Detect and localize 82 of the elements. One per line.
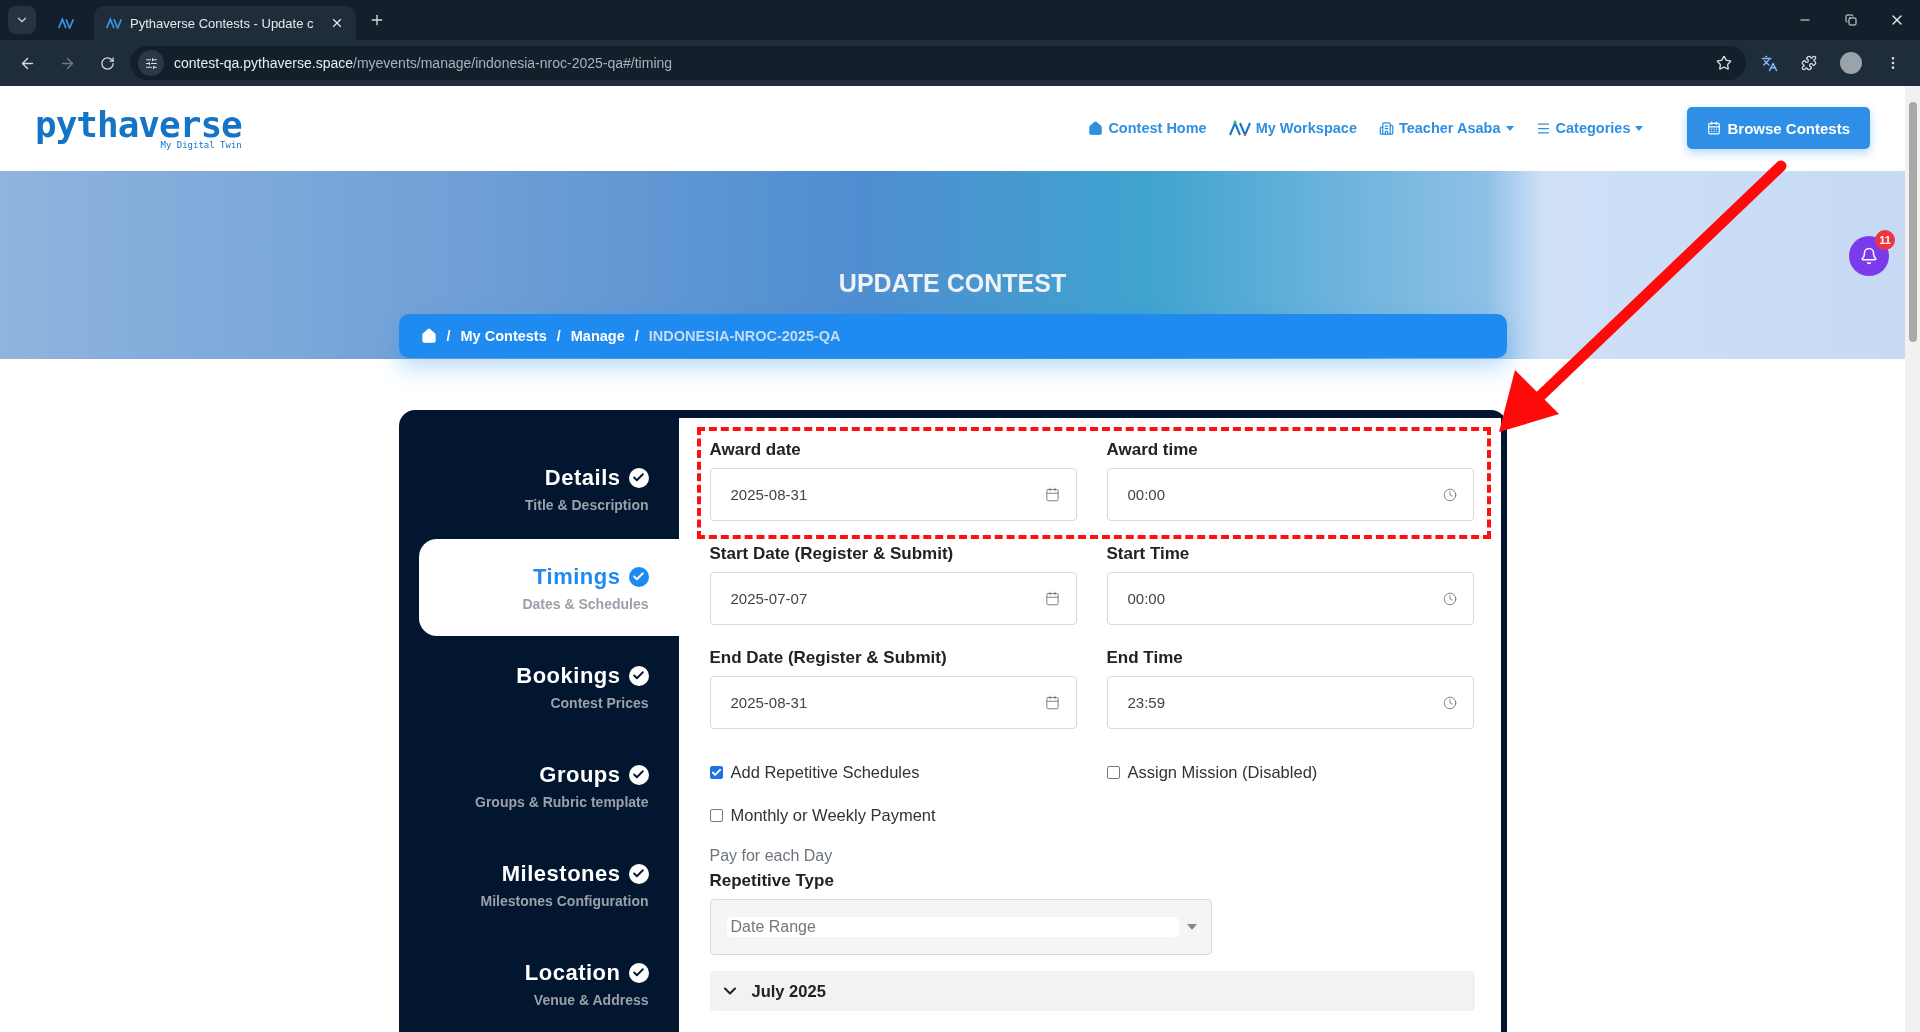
step-tab[interactable]: Details Title & Description — [418, 440, 679, 537]
checkbox-label: Assign Mission (Disabled) — [1127, 763, 1318, 782]
sliders-icon — [144, 56, 158, 70]
step-title: Timings — [533, 563, 621, 590]
calendar-icon[interactable] — [1044, 695, 1060, 710]
favicon-icon — [106, 17, 122, 29]
bell-icon — [1860, 246, 1878, 265]
step-title: Milestones — [501, 860, 621, 887]
breadcrumb-separator: / — [446, 327, 451, 344]
page-title: UPDATE CONTEST — [838, 268, 1067, 298]
home-icon[interactable] — [420, 327, 437, 344]
notification-button[interactable] — [1849, 235, 1889, 276]
step-subtitle: Dates & Schedules — [522, 595, 649, 612]
checkbox-label: Add Repetitive Schedules — [730, 763, 920, 782]
building-icon — [1378, 120, 1394, 136]
step-title: Bookings — [516, 662, 621, 689]
month-accordion[interactable]: July 2025 — [709, 971, 1475, 1011]
menu-icon — [1535, 120, 1551, 136]
home-icon — [1088, 120, 1104, 136]
time-field[interactable]: 00:00 — [1106, 572, 1474, 625]
field-label: Start Date (Register & Submit) — [709, 544, 955, 564]
breadcrumb-separator: / — [634, 327, 639, 344]
checkbox-label: Monthly or Weekly Payment — [730, 806, 936, 825]
scrollbar[interactable] — [1905, 86, 1920, 1032]
breadcrumb-link[interactable]: My Contests — [460, 327, 547, 344]
date-field[interactable]: 2025-08-31 — [709, 676, 1077, 729]
bookmark-star-icon[interactable] — [1716, 55, 1732, 71]
checkbox-option[interactable]: Add Repetitive Schedules — [709, 763, 1077, 782]
step-subtitle: Venue & Address — [533, 991, 649, 1008]
field-label: Repetitive Type — [709, 871, 835, 891]
step-title: Details — [544, 464, 621, 491]
step-subtitle: Groups & Rubric template — [475, 793, 649, 810]
checkbox[interactable] — [1106, 766, 1120, 779]
step-tab[interactable]: Timings Dates & Schedules — [418, 539, 679, 636]
calendar-icon[interactable] — [1044, 591, 1060, 606]
step-title: Groups — [539, 761, 621, 788]
clock-icon[interactable] — [1442, 695, 1457, 710]
puzzle-icon[interactable] — [1801, 55, 1817, 71]
notification-badge: 11 — [1875, 229, 1895, 250]
repetitive-type-select[interactable]: Date Range — [709, 899, 1212, 955]
field-label: Start Time — [1106, 544, 1191, 564]
translate-icon[interactable] — [1760, 54, 1778, 72]
checkbox[interactable] — [709, 809, 723, 822]
profile-avatar[interactable] — [1840, 52, 1862, 74]
calendar-icon — [1707, 121, 1722, 136]
step-subtitle: Milestones Configuration — [480, 892, 649, 909]
step-subtitle: Contest Prices — [550, 694, 649, 711]
breadcrumb-separator: / — [556, 327, 561, 344]
site-info-button[interactable] — [138, 50, 164, 76]
field-label: End Date (Register & Submit) — [709, 648, 948, 668]
step-tab[interactable]: Groups Groups & Rubric template — [418, 737, 679, 834]
month-title: July 2025 — [751, 981, 826, 1001]
step-tab[interactable]: Location Venue & Address — [418, 935, 679, 1032]
date-field[interactable]: 2025-07-07 — [709, 572, 1077, 625]
browser-tab[interactable]: Pythaverse Contests - Update c — [94, 6, 356, 40]
restore-icon[interactable] — [1845, 14, 1857, 26]
clock-icon[interactable] — [1442, 487, 1457, 502]
step-title: Location — [524, 959, 621, 986]
checkbox-option[interactable]: Monthly or Weekly Payment — [709, 806, 1077, 825]
time-field[interactable]: 00:00 — [1106, 468, 1474, 521]
close-icon[interactable] — [330, 16, 344, 30]
field-label: Award date — [709, 440, 802, 460]
step-tab[interactable]: Milestones Milestones Configuration — [418, 836, 679, 933]
date-field[interactable]: 2025-08-31 — [709, 468, 1077, 521]
clock-icon[interactable] — [1442, 591, 1457, 606]
hint-text: Pay for each Day — [709, 847, 834, 865]
field-label: Award time — [1106, 440, 1199, 460]
calendar-icon[interactable] — [1044, 487, 1060, 502]
reload-icon[interactable] — [99, 55, 115, 71]
step-tab[interactable]: Bookings Contest Prices — [418, 638, 679, 735]
field-label: End Time — [1106, 648, 1184, 668]
time-field[interactable]: 23:59 — [1106, 676, 1474, 729]
plus-icon[interactable] — [369, 12, 385, 28]
logo-icon — [1228, 120, 1251, 137]
site-logo[interactable]: pythaverse My Digital Twin — [35, 106, 242, 150]
address-field[interactable]: contest-qa.pythaverse.space/myevents/manage/indonesia-nroc-2025-qa#/timing — [174, 55, 673, 71]
favicon-icon — [58, 17, 74, 29]
step-subtitle: Title & Description — [525, 496, 649, 513]
caret-icon — [1186, 924, 1197, 930]
checkbox[interactable] — [709, 766, 723, 779]
breadcrumb-link[interactable]: Manage — [570, 327, 625, 344]
checkbox-option[interactable]: Assign Mission (Disabled) — [1106, 763, 1474, 782]
